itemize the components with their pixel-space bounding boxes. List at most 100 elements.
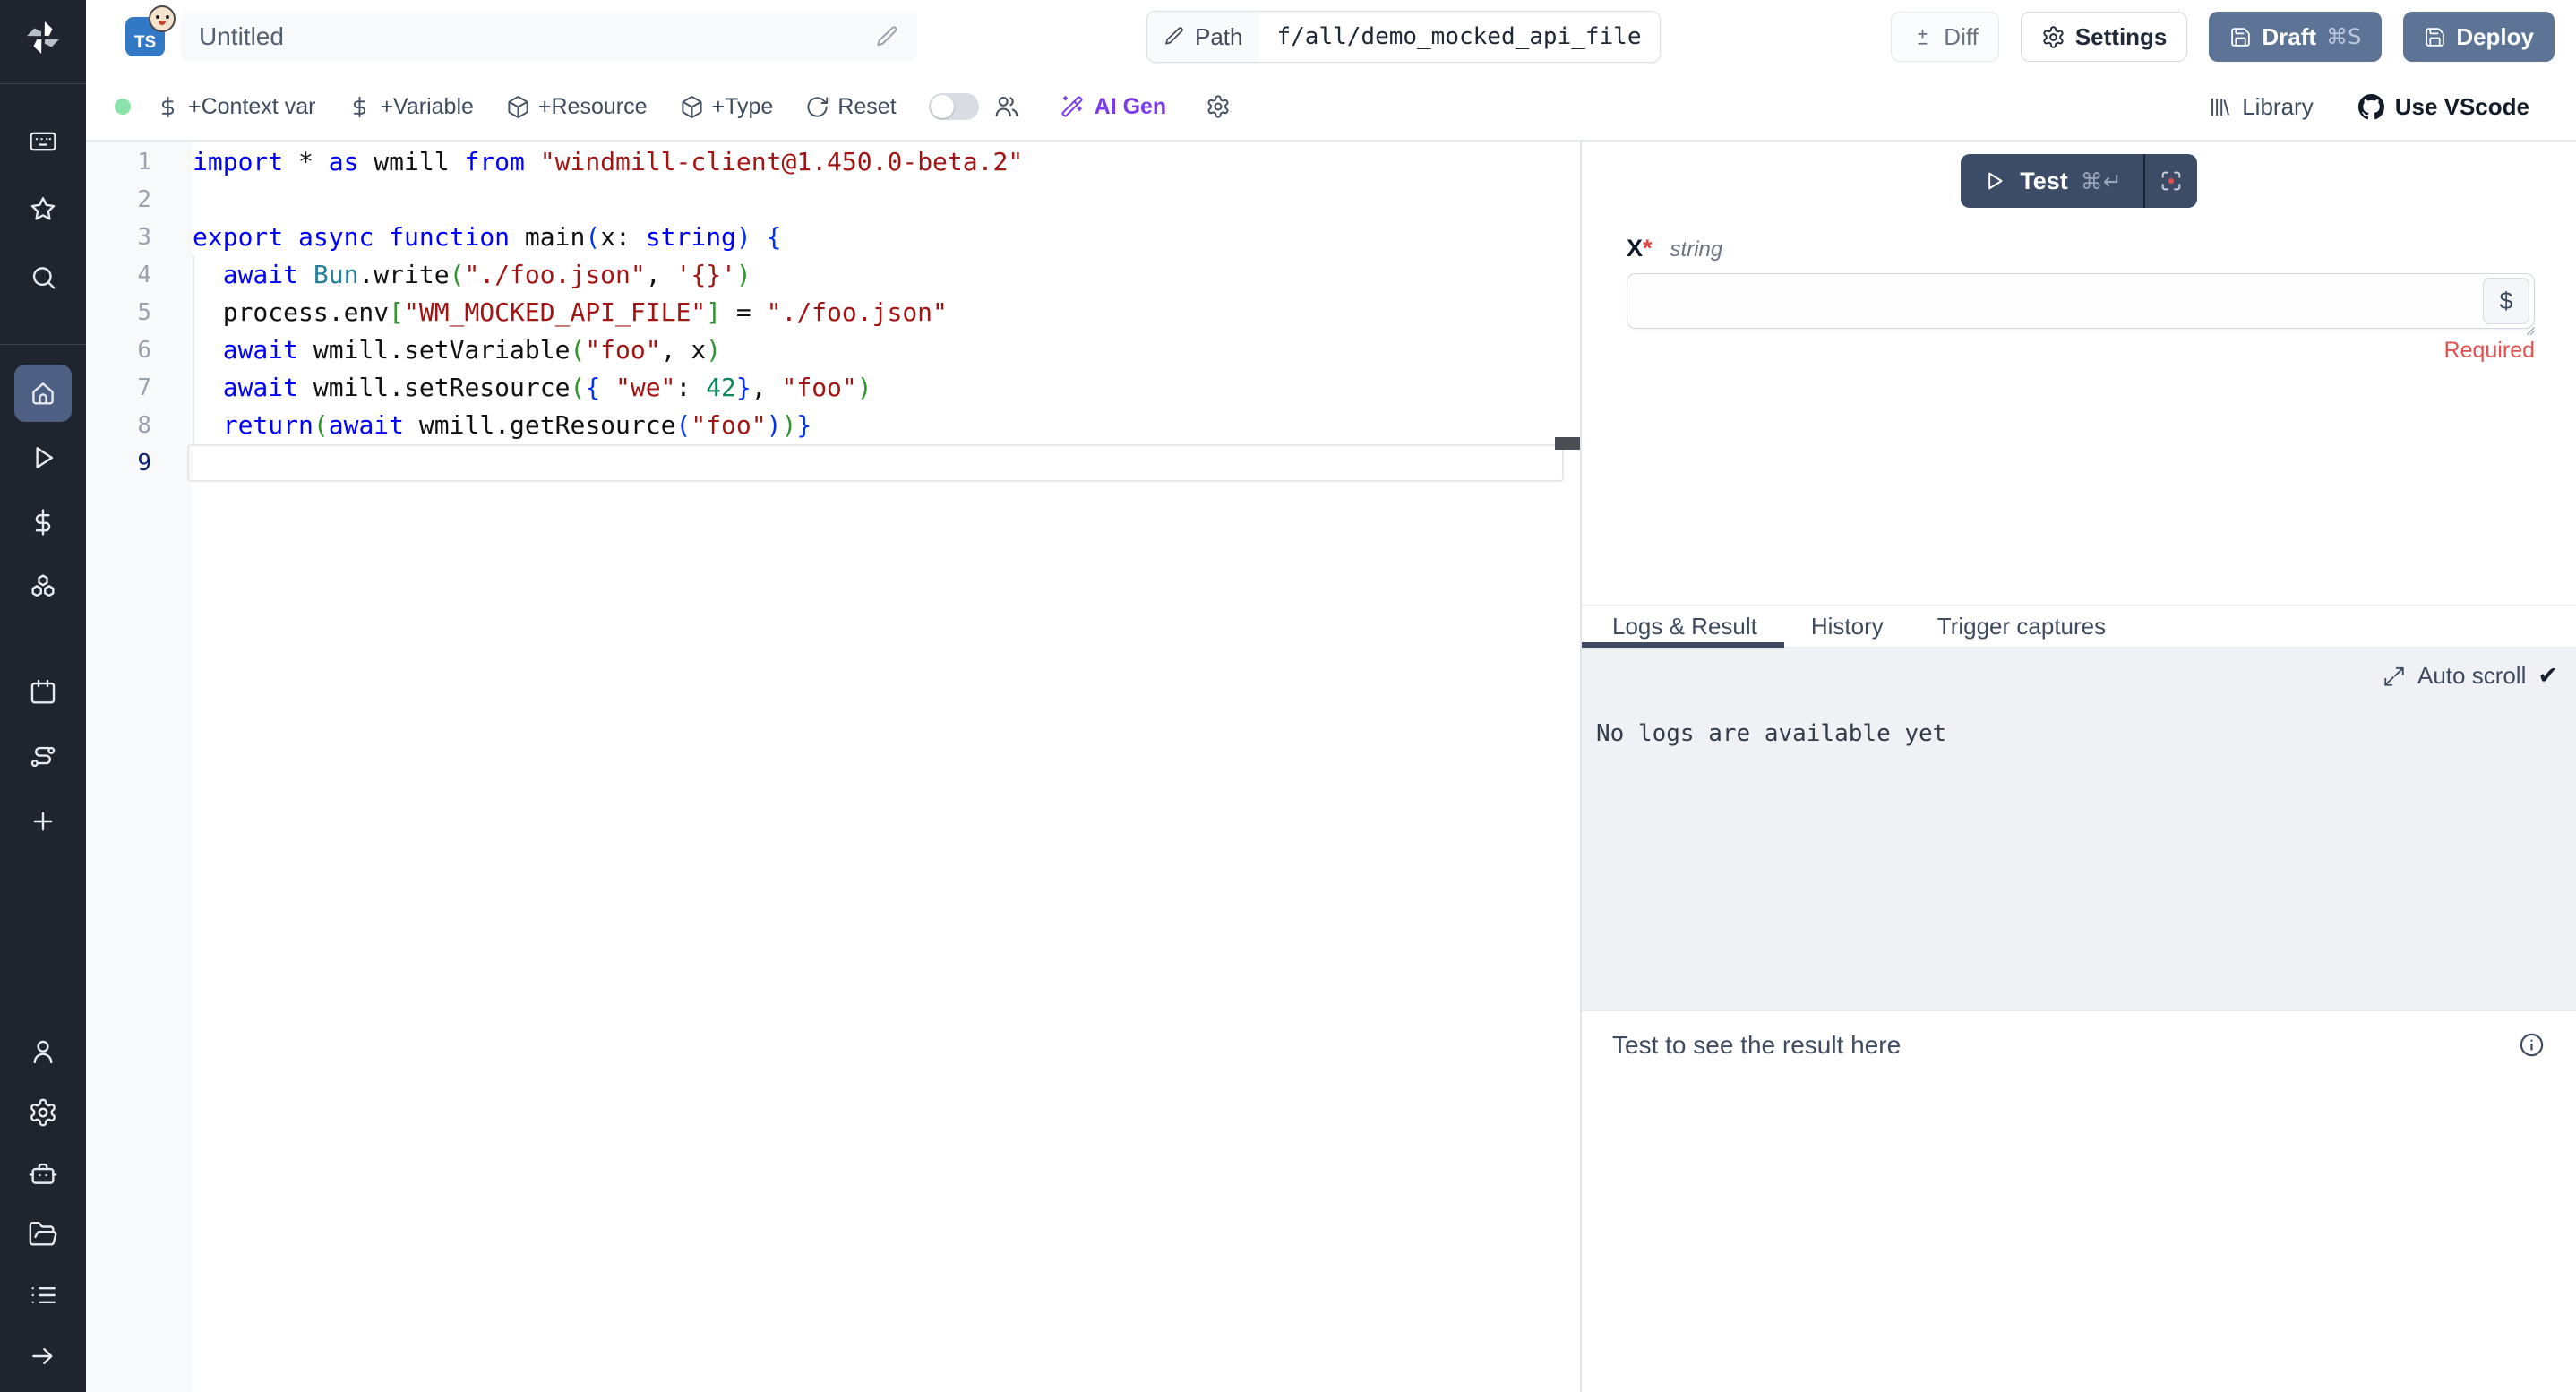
rotate-cw-icon <box>805 95 829 119</box>
sidebar-item-folder-open[interactable] <box>14 1206 72 1263</box>
path-value: f/all/demo_mocked_api_file <box>1259 12 1660 62</box>
sidebar-item-dollar-sign[interactable] <box>14 494 72 551</box>
sidebar-item-boxes[interactable] <box>14 558 72 615</box>
toggle-knob <box>931 95 954 118</box>
gear-icon <box>2041 25 2065 49</box>
sidebar-group-2 <box>0 664 86 850</box>
language-badge: TS <box>125 17 165 56</box>
code-line-3[interactable]: 3export async function main(x: string) { <box>86 219 1580 256</box>
sidebar-group-3 <box>0 1023 86 1385</box>
result-tabs: Logs & Result History Trigger captures <box>1582 605 2576 648</box>
sidebar-item-keyboard[interactable] <box>14 113 72 170</box>
arg-label-row: X * string <box>1627 235 2531 262</box>
save-icon <box>2424 26 2446 48</box>
required-hint: Required <box>1582 338 2535 364</box>
no-logs-text: No logs are available yet <box>1596 720 2558 747</box>
tab-trigger-captures[interactable]: Trigger captures <box>1911 606 2133 647</box>
tab-logs-result[interactable]: Logs & Result <box>1582 606 1784 647</box>
sidebar-item-plus[interactable] <box>14 793 72 850</box>
line-number: 3 <box>86 219 193 256</box>
code-line-7[interactable]: 7 await wmill.setResource({ "we": 42}, "… <box>86 369 1580 407</box>
code-line-4[interactable]: 4 await Bun.write("./foo.json", '{}') <box>86 256 1580 294</box>
header-actions: Diff Settings Draft ⌘S Deploy <box>1891 12 2555 62</box>
add-variable-button[interactable]: +Variable <box>348 94 473 120</box>
code-line-1[interactable]: 1import * as wmill from "windmill-client… <box>86 143 1580 181</box>
arg-input-wrap: $ <box>1627 273 2535 329</box>
code-editor[interactable]: 1import * as wmill from "windmill-client… <box>86 142 1580 1392</box>
line-number: 4 <box>86 256 193 294</box>
editor-settings-gear-icon[interactable] <box>1206 94 1231 119</box>
settings-button[interactable]: Settings <box>2021 12 2188 62</box>
status-dot <box>115 99 131 115</box>
test-button-group: Test ⌘↵ <box>1961 154 2196 208</box>
sidebar-item-search[interactable] <box>14 249 72 306</box>
sidebar-item-bot[interactable] <box>14 1145 72 1202</box>
library-button[interactable]: Library <box>2208 93 2313 121</box>
code-line-8[interactable]: 8 return(await wmill.getResource("foo"))… <box>86 407 1580 444</box>
diff-button[interactable]: Diff <box>1891 12 1999 62</box>
capture-test-button[interactable] <box>2145 154 2197 208</box>
add-context-var-button[interactable]: +Context var <box>156 94 315 120</box>
arg-type: string <box>1670 237 1723 262</box>
sidebar-item-calendar[interactable] <box>14 664 72 721</box>
code-line-6[interactable]: 6 await wmill.setVariable("foo", x) <box>86 331 1580 369</box>
dollar-icon <box>348 95 372 119</box>
draft-button[interactable]: Draft ⌘S <box>2209 12 2382 62</box>
path-label: Path <box>1195 23 1243 51</box>
users-icon[interactable] <box>993 93 1020 120</box>
windmill-logo-icon <box>22 17 64 58</box>
path-label-segment: Path <box>1147 12 1259 62</box>
result-placeholder: Test to see the result here <box>1612 1031 1901 1060</box>
add-type-button[interactable]: +Type <box>680 94 774 120</box>
arg-x-input[interactable] <box>1627 273 2535 329</box>
sidebar-item-list[interactable] <box>14 1267 72 1324</box>
info-icon[interactable] <box>2518 1031 2546 1059</box>
sidebar-item-home[interactable] <box>14 365 72 422</box>
deploy-button[interactable]: Deploy <box>2403 12 2555 62</box>
pencil-icon <box>1163 26 1185 47</box>
content: 1import * as wmill from "windmill-client… <box>86 142 2576 1392</box>
result-panel: Test to see the result here <box>1582 1011 2576 1392</box>
expand-logs-icon[interactable] <box>2383 665 2406 688</box>
reset-button[interactable]: Reset <box>805 94 896 120</box>
add-resource-button[interactable]: +Resource <box>506 94 648 120</box>
code-line-9[interactable]: 9 <box>86 444 1580 482</box>
sidebar-item-user[interactable] <box>14 1023 72 1080</box>
use-vscode-button[interactable]: Use VScode <box>2358 93 2529 121</box>
test-shortcut: ⌘↵ <box>2081 168 2122 194</box>
required-asterisk: * <box>1643 235 1653 262</box>
code-lines: 1import * as wmill from "windmill-client… <box>86 142 1580 482</box>
sidebar-item-route[interactable] <box>14 728 72 786</box>
sidebar-item-settings[interactable] <box>14 1084 72 1141</box>
resize-handle-icon[interactable] <box>2524 324 2540 340</box>
github-icon <box>2358 94 2384 120</box>
bun-emoji-icon <box>149 5 176 32</box>
code-line-2[interactable]: 2 <box>86 181 1580 219</box>
path-field[interactable]: Path f/all/demo_mocked_api_file <box>1146 11 1661 63</box>
windmill-logo[interactable] <box>0 0 86 75</box>
test-args-section: Test ⌘↵ X * string $ <box>1582 142 2576 605</box>
sidebar-item-star[interactable] <box>14 181 72 238</box>
code-line-5[interactable]: 5 process.env["WM_MOCKED_API_FILE"] = ".… <box>86 294 1580 331</box>
sidebar-item-play[interactable] <box>14 429 72 486</box>
library-icon <box>2208 95 2232 119</box>
diff-mode-toggle[interactable] <box>929 93 979 120</box>
script-title: Untitled <box>199 22 284 51</box>
line-number: 2 <box>86 181 193 219</box>
autoscroll-check-icon[interactable]: ✔ <box>2537 662 2558 690</box>
tab-history[interactable]: History <box>1784 606 1911 647</box>
test-button[interactable]: Test ⌘↵ <box>1961 154 2142 208</box>
save-icon <box>2229 26 2252 48</box>
arg-name: X <box>1627 235 1643 262</box>
ai-gen-button[interactable]: AI Gen <box>1060 94 1167 120</box>
app-root: TS Untitled Path f/all/demo_mocked_api_f… <box>0 0 2576 1392</box>
insert-variable-button[interactable]: $ <box>2483 278 2529 324</box>
edit-title-pencil-icon[interactable] <box>875 25 899 49</box>
sidebar-group-0 <box>0 113 86 306</box>
package-icon <box>680 95 704 119</box>
script-title-field[interactable]: Untitled <box>181 12 917 62</box>
wand-sparkles-icon <box>1060 94 1085 119</box>
package-icon <box>506 95 530 119</box>
autoscroll-label: Auto scroll <box>2417 662 2526 690</box>
sidebar-item-arrow-right[interactable] <box>14 1328 72 1385</box>
